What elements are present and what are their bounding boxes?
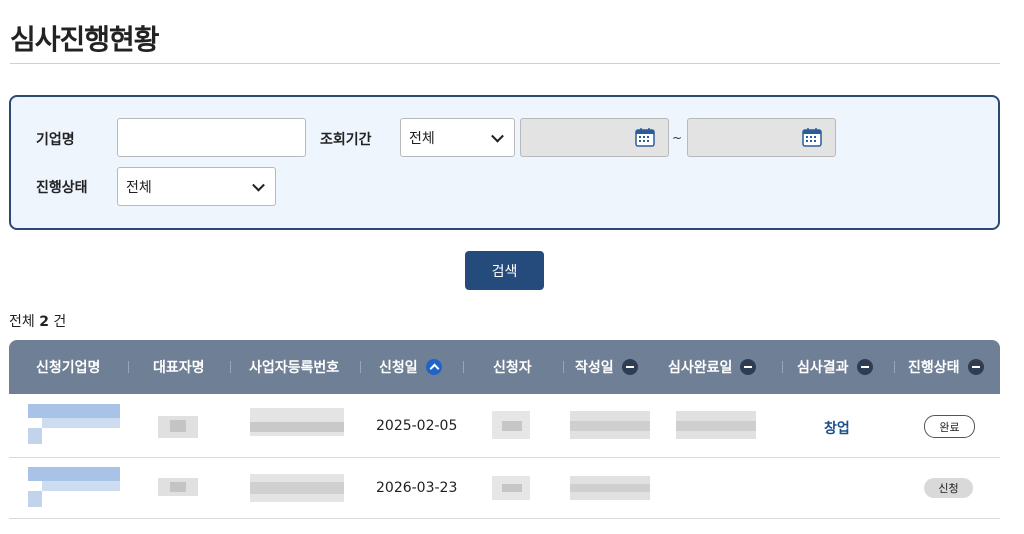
header-divider [463,361,464,373]
redacted-company-name [28,404,120,444]
period-label: 조회기간 [320,132,372,148]
col-written-date[interactable]: 작성일 [575,340,638,394]
status-badge: 신청 [924,478,973,498]
page-title: 심사진행현황 [10,23,160,56]
review-result-link[interactable]: 창업 [824,418,850,438]
col-written-date-label: 작성일 [575,360,614,376]
redacted-business-number [250,474,344,502]
header-divider [128,361,129,373]
period-select[interactable]: 전체 [400,118,515,157]
title-divider [10,63,1000,64]
header-divider [782,361,783,373]
sort-toggle-icon[interactable] [856,359,873,375]
header-divider [360,361,361,373]
search-panel [9,95,1000,230]
date-to-input[interactable] [687,118,836,157]
row-divider [9,457,1000,458]
col-apply-date-label: 신청일 [379,360,418,376]
col-bizno[interactable]: 사업자등록번호 [249,340,339,394]
total-suffix: 건 [53,314,67,330]
redacted-written-date [570,476,650,500]
redacted-applicant [492,411,530,439]
col-review-result-label: 심사결과 [797,360,849,376]
redacted-company-name [28,467,120,507]
redacted-review-done-date [676,411,756,439]
calendar-icon[interactable] [801,126,823,148]
calendar-icon[interactable] [634,126,656,148]
redacted-applicant [492,476,530,500]
col-progress-status-label: 진행상태 [908,360,960,376]
col-company[interactable]: 신청기업명 [36,340,100,394]
col-applicant-label: 신청자 [493,360,532,376]
table-header: 신청기업명 대표자명 사업자등록번호 신청일 신청자 작성일 심사완료일 심사결… [9,340,1000,394]
col-apply-date[interactable]: 신청일 [379,340,442,394]
sort-asc-icon[interactable] [425,359,442,375]
chevron-down-icon [491,129,504,143]
status-label: 진행상태 [36,180,88,196]
status-select[interactable]: 전체 [117,167,276,206]
col-review-done-date-label: 심사완료일 [668,360,733,376]
col-ceo[interactable]: 대표자명 [153,340,205,394]
col-company-label: 신청기업명 [36,360,101,376]
sort-toggle-icon[interactable] [621,359,638,375]
status-badge: 완료 [924,415,975,438]
header-divider [230,361,231,373]
total-count: 전체 2 건 [9,311,66,331]
company-label: 기업명 [36,132,75,148]
search-button[interactable]: 검색 [465,251,544,290]
redacted-ceo-name [158,478,198,496]
total-prefix: 전체 [9,314,35,330]
col-bizno-label: 사업자등록번호 [249,360,340,376]
redacted-written-date [570,411,650,439]
apply-date: 2025-02-05 [376,418,458,434]
period-select-value: 전체 [409,130,435,147]
col-review-result[interactable]: 심사결과 [797,340,873,394]
company-input[interactable] [117,118,306,157]
col-review-done-date[interactable]: 심사완료일 [668,340,757,394]
col-applicant[interactable]: 신청자 [493,340,532,394]
date-range-tilde: ~ [672,131,683,145]
chevron-down-icon [252,178,265,192]
col-ceo-label: 대표자명 [153,360,205,376]
header-divider [894,361,895,373]
redacted-business-number [250,408,344,436]
col-progress-status[interactable]: 진행상태 [908,340,984,394]
sort-toggle-icon[interactable] [740,359,757,375]
apply-date: 2026-03-23 [376,480,458,496]
header-divider [563,361,564,373]
row-divider [9,518,1000,519]
redacted-ceo-name [158,416,198,438]
sort-toggle-icon[interactable] [967,359,984,375]
total-number: 2 [39,314,49,330]
status-select-value: 전체 [126,179,152,196]
date-from-input[interactable] [520,118,669,157]
